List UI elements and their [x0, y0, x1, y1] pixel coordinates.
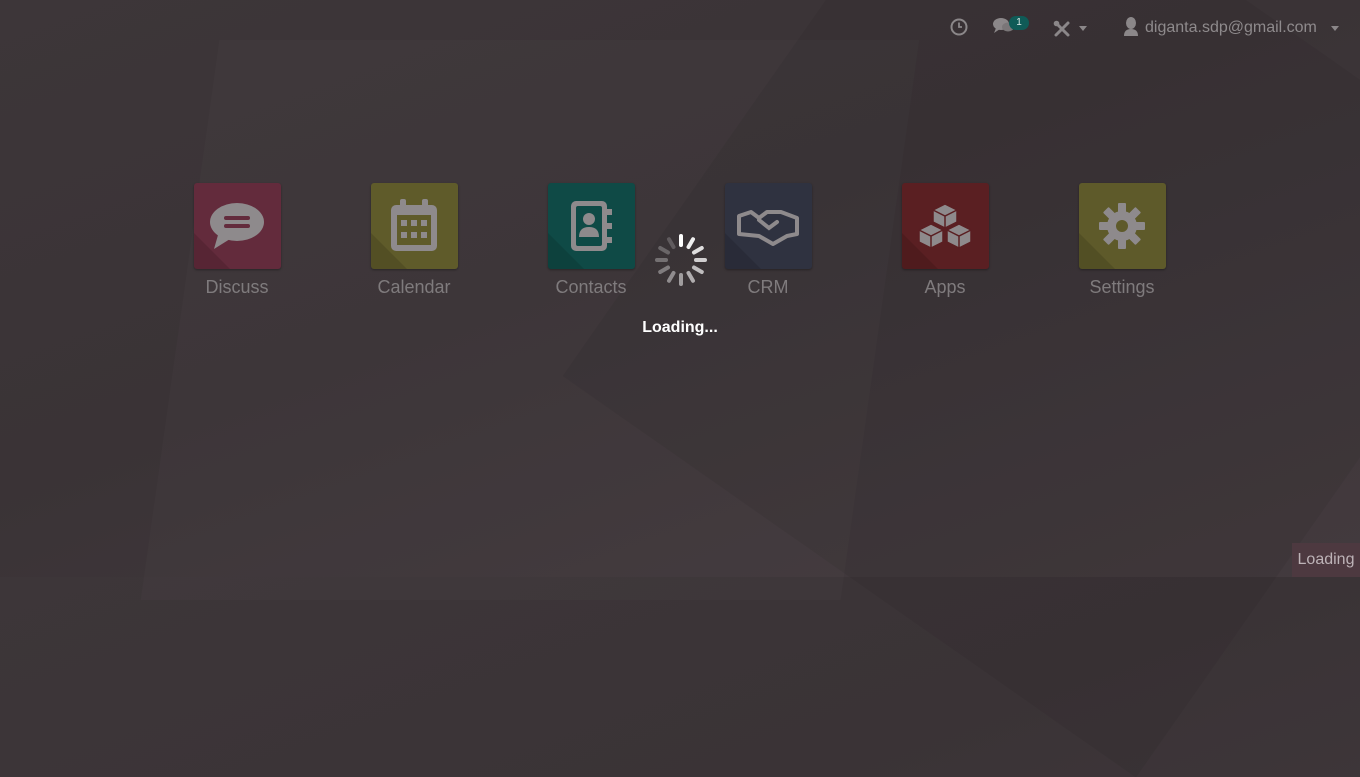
app-label: Contacts	[555, 277, 627, 297]
app-label: Settings	[1089, 277, 1155, 297]
chevron-down-icon	[1330, 25, 1339, 31]
loading-text: Loading...	[642, 319, 718, 336]
app-tile	[724, 183, 812, 269]
clock-icon[interactable]	[950, 18, 968, 36]
app-tile	[193, 183, 281, 269]
loading-spinner-icon	[654, 233, 708, 287]
app-label: CRM	[747, 277, 789, 297]
app-label: Apps	[924, 277, 966, 297]
app-tile	[1078, 183, 1166, 269]
app-crm[interactable]: CRM	[708, 183, 828, 298]
app-discuss[interactable]: Discuss	[177, 183, 297, 298]
user-icon	[1123, 16, 1139, 41]
discuss-icon	[210, 203, 264, 249]
app-contacts[interactable]: Contacts	[531, 183, 651, 298]
contacts-icon	[571, 201, 612, 251]
app-settings[interactable]: Settings	[1062, 183, 1182, 298]
loading-status-indicator: Loading	[1292, 543, 1360, 577]
tools-menu-button[interactable]	[1053, 18, 1093, 38]
tools-icon	[1053, 20, 1071, 43]
calendar-icon	[391, 199, 437, 251]
app-calendar[interactable]: Calendar	[354, 183, 474, 298]
messages-count-badge: 1	[1009, 16, 1029, 30]
app-apps[interactable]: Apps	[885, 183, 1005, 298]
user-menu[interactable]: diganta.sdp@gmail.com	[1123, 16, 1339, 41]
app-tile	[901, 183, 989, 269]
app-tile	[547, 183, 635, 269]
chevron-down-icon	[1079, 26, 1087, 31]
app-tile	[370, 183, 458, 269]
app-label: Discuss	[205, 277, 269, 297]
cubes-icon	[918, 203, 972, 249]
app-label: Calendar	[377, 277, 451, 297]
gear-icon	[1099, 203, 1145, 249]
handshake-icon	[737, 210, 799, 246]
user-email: diganta.sdp@gmail.com	[1145, 19, 1317, 36]
